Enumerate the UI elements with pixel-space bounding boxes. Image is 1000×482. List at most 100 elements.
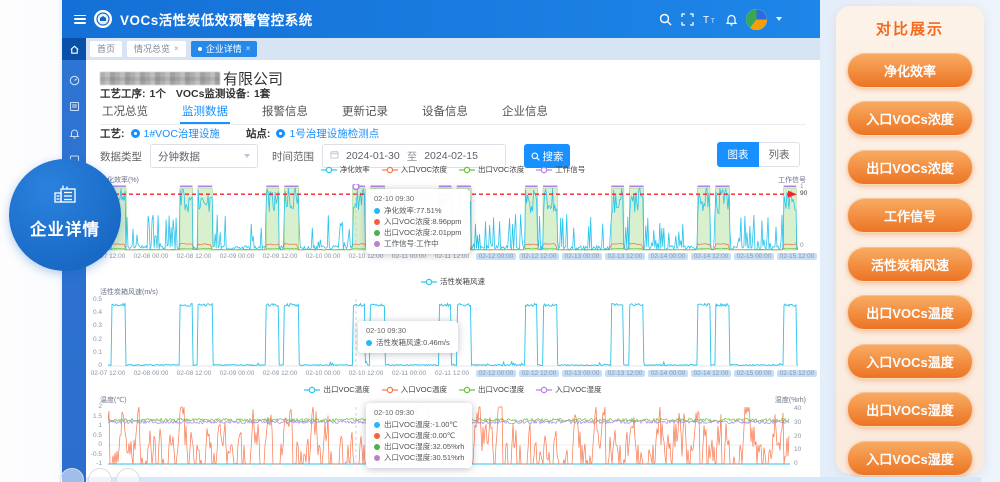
axis-tick-label: 30	[794, 419, 801, 426]
tooltip-value: 入口VOC温度:0.00℃	[384, 430, 455, 441]
legend-item[interactable]: 入口VOC湿度	[536, 384, 601, 395]
legend-item[interactable]: 活性炭箱风速	[421, 276, 485, 287]
tab-3[interactable]: 报警信息	[260, 102, 310, 124]
date-to-value[interactable]: 2024-02-15	[424, 150, 478, 162]
craft-option[interactable]: 1#VOC治理设施	[144, 126, 220, 141]
compare-button[interactable]: 活性炭箱风速	[847, 247, 973, 282]
compare-panel-title: 对比展示	[836, 18, 984, 39]
axis-tick-label: 02-11 00:00	[390, 253, 428, 260]
axis-tick-label: 02-13 12:00	[605, 370, 645, 377]
wind-speed-chart-legend: 活性炭箱风速	[108, 276, 798, 287]
sidebar-item-home-active[interactable]	[62, 38, 86, 60]
compare-button[interactable]: 入口VOCs湿度	[847, 441, 973, 476]
document-icon[interactable]	[69, 99, 80, 110]
legend-item[interactable]: 出口VOC湿度	[459, 384, 524, 395]
notification-icon[interactable]	[724, 12, 739, 27]
breadcrumb-tab-label: 首页	[97, 41, 115, 57]
tab-6[interactable]: 企业信息	[500, 102, 550, 124]
user-avatar[interactable]	[746, 9, 767, 30]
axis-tick-label: 02-15 12:00	[777, 370, 817, 377]
compare-buttons: 净化效率入口VOCs浓度出口VOCs浓度工作信号活性炭箱风速出口VOCs温度入口…	[836, 53, 984, 476]
tooltip-row: 入口VOC湿度:30.51%rh	[374, 452, 464, 463]
axis-tick-label: -0.5	[76, 451, 102, 458]
enterprise-detail-badge[interactable]: 企业详情	[9, 159, 121, 271]
compare-button[interactable]: 入口VOCs浓度	[847, 101, 973, 136]
page-root: VOCs活性炭低效预警管控系统 TT 首页情况总览×企业详情×	[0, 0, 1000, 482]
series-dot-icon	[374, 444, 380, 450]
axis-tick-label: 0.5	[76, 432, 102, 439]
device-label: VOCs监测设备:	[176, 88, 250, 100]
date-from-value[interactable]: 2024-01-30	[346, 150, 400, 162]
alarm-icon[interactable]	[69, 126, 80, 137]
close-icon[interactable]: ×	[174, 41, 179, 57]
svg-text:T: T	[703, 15, 709, 26]
fullscreen-icon[interactable]	[680, 12, 695, 27]
search-icon[interactable]	[658, 12, 673, 27]
axis-tick-label: 0.1	[76, 349, 102, 356]
legend-item[interactable]: 工作信号	[536, 164, 585, 175]
compare-button[interactable]: 净化效率	[847, 53, 973, 88]
tab-4[interactable]: 更新记录	[340, 102, 390, 124]
legend-label: 净化效率	[340, 164, 370, 175]
site-option[interactable]: 1号治理设施检测点	[289, 126, 379, 141]
breadcrumb-tab[interactable]: 首页	[90, 41, 122, 57]
close-icon[interactable]: ×	[246, 41, 251, 57]
axis-tick-label: 02-09 12:00	[261, 253, 299, 260]
compare-button[interactable]: 出口VOCs温度	[847, 295, 973, 330]
compare-button[interactable]: 工作信号	[847, 198, 973, 233]
craft-label: 工艺:	[100, 126, 125, 141]
legend-item[interactable]: 入口VOC温度	[382, 384, 447, 395]
font-size-icon[interactable]: TT	[702, 12, 717, 27]
tab-1[interactable]: 工况总览	[100, 102, 150, 124]
avatar-caret-icon[interactable]	[776, 17, 782, 21]
tab-2[interactable]: 监测数据	[180, 102, 230, 124]
breadcrumb-tab[interactable]: 企业详情×	[191, 41, 258, 57]
menu-toggle-icon[interactable]	[74, 15, 86, 24]
axis-tick-label: 02-12 12:00	[519, 253, 559, 260]
bottom-scroll-band[interactable]	[86, 477, 982, 482]
axis-tick-label: 02-13 00:00	[562, 253, 602, 260]
compare-button[interactable]: 出口VOCs湿度	[847, 392, 973, 427]
legend-marker-icon	[382, 386, 398, 394]
legend-item[interactable]: 入口VOC浓度	[382, 164, 447, 175]
tooltip-value: 出口VOC温度:-1.00℃	[384, 419, 458, 430]
breadcrumb-tab[interactable]: 情况总览×	[127, 41, 186, 57]
company-meta: 工艺工序:1个VOCs监测设备:1套	[100, 86, 274, 101]
legend-label: 入口VOC湿度	[555, 384, 601, 395]
series-dot-icon	[374, 455, 380, 461]
axis-tick-label: 02-13 00:00	[562, 370, 602, 377]
legend-item[interactable]: 出口VOC温度	[304, 384, 369, 395]
axis-tick-label: 02-08 00:00	[132, 253, 170, 260]
legend-marker-icon	[382, 166, 398, 174]
efficiency-chart-tooltip: 02-10 09:30净化效率:77.51%入口VOC浓度:8.96ppm出口V…	[366, 189, 470, 254]
legend-label: 出口VOC温度	[323, 384, 369, 395]
tooltip-value: 净化效率:77.51%	[384, 205, 442, 216]
axis-tick-label: 02-10 00:00	[304, 253, 342, 260]
axis-tick-label: 10	[794, 446, 801, 453]
compare-button[interactable]: 入口VOCs温度	[847, 344, 973, 379]
legend-marker-icon	[304, 386, 320, 394]
legend-item[interactable]: 出口VOC浓度	[459, 164, 524, 175]
tooltip-time: 02-10 09:30	[366, 326, 450, 335]
efficiency-chart-legend: 净化效率 入口VOC浓度 出口VOC浓度 工作信号	[108, 164, 798, 175]
axis-tick-label: 02-08 00:00	[132, 370, 170, 377]
legend-label: 入口VOC浓度	[401, 164, 447, 175]
axis-tick-label: 0	[76, 362, 102, 369]
axis-tick-label: 0	[794, 460, 798, 467]
site-radio[interactable]	[276, 129, 285, 138]
dashboard-icon[interactable]	[69, 73, 80, 84]
axis-tick-label: 02-09 00:00	[218, 253, 256, 260]
temperature-humidity-chart-legend: 出口VOC温度 入口VOC温度 出口VOC湿度 入口VOC湿度	[108, 384, 798, 395]
compare-button[interactable]: 出口VOCs浓度	[847, 150, 973, 185]
process-value: 1个	[150, 88, 166, 100]
axis-tick-label: 02-14 12:00	[691, 370, 731, 377]
legend-item[interactable]: 净化效率	[321, 164, 370, 175]
axis-tick-label: 0.3	[76, 322, 102, 329]
craft-radio[interactable]	[131, 129, 140, 138]
breadcrumb-tab-label: 企业详情	[206, 41, 242, 57]
tab-5[interactable]: 设备信息	[420, 102, 470, 124]
tooltip-row: 入口VOC温度:0.00℃	[374, 430, 464, 441]
detail-tabs: 工况总览 监测数据 报警信息 更新记录 设备信息 企业信息	[100, 102, 806, 125]
y-axis-name: 温度(℃)	[100, 395, 127, 405]
tooltip-value: 出口VOC湿度:32.05%rh	[384, 441, 464, 452]
